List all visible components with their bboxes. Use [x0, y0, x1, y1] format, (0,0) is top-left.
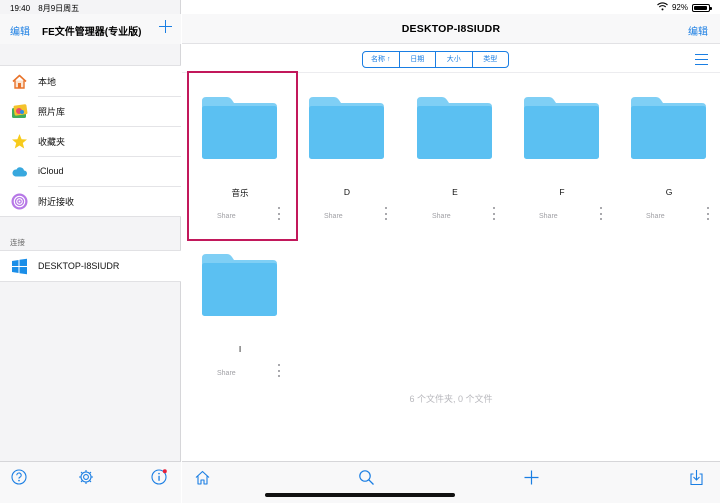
- folder-share-label: Share: [646, 213, 665, 220]
- folder-icon: [631, 97, 706, 164]
- main-edit-button[interactable]: 编辑: [688, 23, 708, 38]
- sidebar-toolbar: [0, 461, 181, 503]
- sidebar-navbar: 编辑 FE文件管理器(专业版): [0, 14, 181, 44]
- sidebar-item-label: 附近接收: [38, 196, 75, 207]
- status-bar: 19:40 8月9日周五 92%: [0, 0, 720, 14]
- main-pane: DESKTOP-I8SIUDR 编辑 名称 ↑ 日期 大小 类型 音乐 Share…: [182, 0, 720, 503]
- folder-icon: [524, 97, 599, 164]
- cloud-icon: [11, 163, 28, 180]
- folder-item[interactable]: I Share: [186, 230, 294, 398]
- places-list: 本地 照片库 收藏夹 iCloud 附近接收: [0, 65, 181, 217]
- folder-item[interactable]: G Share: [615, 73, 720, 241]
- more-options-icon[interactable]: [705, 206, 711, 222]
- status-time: 19:40: [10, 4, 31, 13]
- sidebar: 编辑 FE文件管理器(专业版) 本地 照片库 收藏夹 iCloud 附近接收 连…: [0, 0, 181, 503]
- folder-share-label: Share: [217, 370, 236, 377]
- folder-icon: [417, 97, 492, 164]
- sort-by-type-button[interactable]: 类型: [471, 52, 509, 67]
- folder-item[interactable]: 音乐 Share: [186, 73, 294, 241]
- sidebar-item-label: 照片库: [38, 106, 66, 117]
- sidebar-item-label: iCloud: [38, 166, 64, 176]
- sort-segmented-control: 名称 ↑ 日期 大小 类型: [362, 51, 509, 68]
- more-options-icon[interactable]: [491, 206, 497, 222]
- folder-share-label: Share: [539, 213, 558, 220]
- add-icon[interactable]: [523, 469, 540, 486]
- more-options-icon[interactable]: [598, 206, 604, 222]
- more-options-icon[interactable]: [383, 206, 389, 222]
- folder-share-label: Share: [432, 213, 451, 220]
- windows-icon: [11, 258, 28, 275]
- folder-share-label: Share: [217, 213, 236, 220]
- sidebar-item-photos[interactable]: 照片库: [0, 96, 181, 126]
- star-icon: [11, 133, 28, 150]
- connections-section-header: 连接: [10, 238, 25, 247]
- sidebar-item-favorites[interactable]: 收藏夹: [0, 126, 181, 156]
- page-title: DESKTOP-I8SIUDR: [401, 23, 501, 35]
- sort-bar: 名称 ↑ 日期 大小 类型: [182, 45, 720, 73]
- connections-list: DESKTOP-I8SIUDR: [0, 250, 181, 282]
- download-icon[interactable]: [688, 469, 705, 486]
- main-navbar: DESKTOP-I8SIUDR 编辑: [182, 14, 720, 44]
- folder-name: G: [665, 187, 673, 197]
- battery-percent: 92%: [671, 3, 688, 12]
- home-icon[interactable]: [194, 469, 211, 486]
- folder-icon: [202, 97, 277, 164]
- sidebar-item-icloud[interactable]: iCloud: [0, 156, 181, 186]
- sidebar-item-airdrop[interactable]: 附近接收: [0, 186, 181, 216]
- folder-icon: [202, 254, 277, 321]
- folder-name: I: [238, 344, 242, 354]
- more-options-icon[interactable]: [276, 206, 282, 222]
- sort-by-name-button[interactable]: 名称 ↑: [363, 52, 399, 67]
- info-icon[interactable]: [151, 469, 167, 485]
- house-icon: [11, 73, 28, 90]
- sidebar-item-label: 本地: [38, 76, 57, 87]
- status-date: 8月9日周五: [38, 4, 80, 13]
- folder-item[interactable]: D Share: [293, 73, 401, 241]
- sidebar-item-label: DESKTOP-I8SIUDR: [38, 261, 120, 271]
- screen: 编辑 FE文件管理器(专业版) 本地 照片库 收藏夹 iCloud 附近接收 连…: [0, 0, 720, 503]
- battery-icon: [692, 3, 712, 12]
- folder-name: D: [343, 187, 351, 197]
- home-indicator: [265, 493, 455, 497]
- folder-item[interactable]: E Share: [401, 73, 509, 241]
- more-options-icon[interactable]: [276, 363, 282, 379]
- sort-by-date-button[interactable]: 日期: [398, 52, 436, 67]
- sidebar-edit-button[interactable]: 编辑: [10, 23, 30, 38]
- sidebar-item-local[interactable]: 本地: [0, 66, 181, 96]
- help-icon[interactable]: [11, 469, 27, 485]
- sidebar-title: FE文件管理器(专业版): [42, 27, 142, 38]
- sidebar-item-label: 收藏夹: [38, 136, 66, 147]
- list-view-icon[interactable]: [695, 54, 708, 65]
- folder-name: E: [452, 187, 458, 197]
- folder-name: 音乐: [231, 188, 249, 198]
- sidebar-item-desktop[interactable]: DESKTOP-I8SIUDR: [0, 251, 181, 281]
- add-connection-plus-icon[interactable]: [159, 20, 172, 33]
- search-icon[interactable]: [358, 469, 375, 486]
- folder-share-label: Share: [324, 213, 343, 220]
- wifi-icon: [657, 2, 668, 13]
- sort-by-size-button[interactable]: 大小: [435, 52, 472, 67]
- photos-icon: [11, 103, 28, 120]
- folder-summary: 6 个文件夹, 0 个文件: [409, 394, 493, 404]
- airdrop-icon: [11, 193, 28, 210]
- folder-icon: [309, 97, 384, 164]
- folder-item[interactable]: F Share: [508, 73, 616, 241]
- gear-icon[interactable]: [78, 469, 94, 485]
- folder-name: F: [559, 187, 565, 197]
